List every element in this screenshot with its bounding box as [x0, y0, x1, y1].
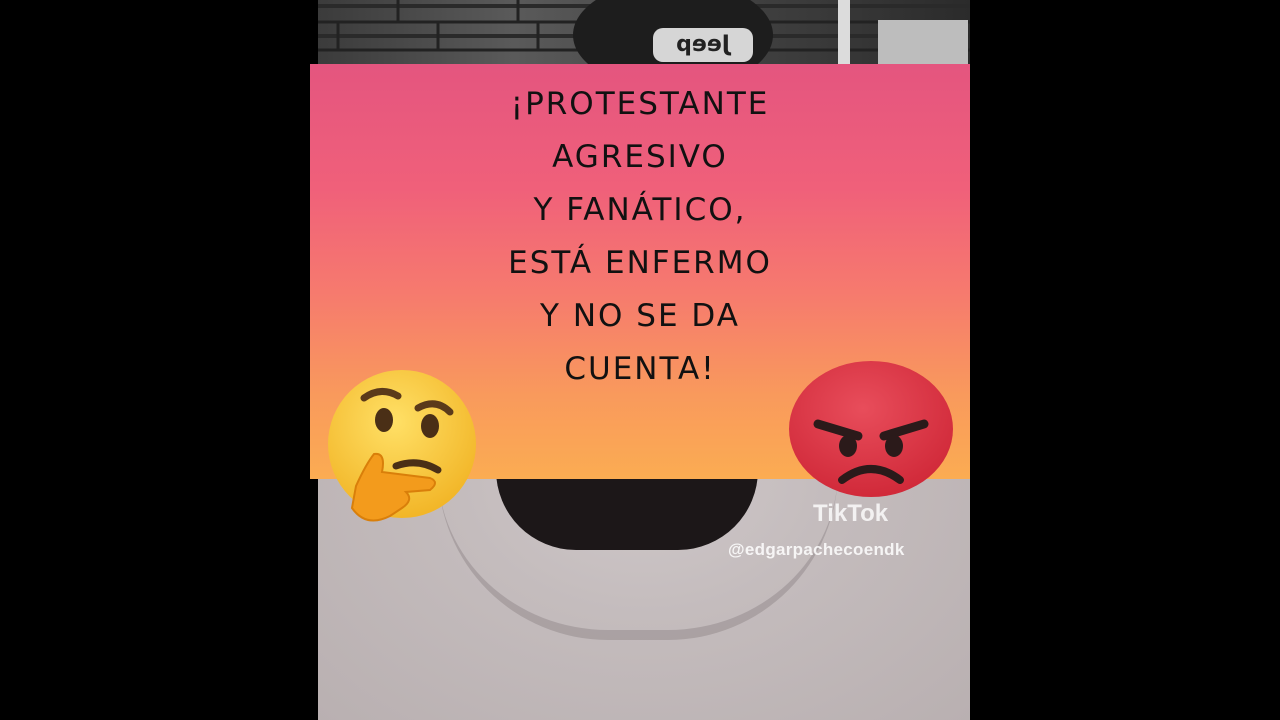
caption-line: y fanático,	[533, 192, 747, 228]
watermark-app-name: TikTok	[813, 500, 889, 527]
caption-line: está enfermo	[508, 245, 772, 281]
cap-logo: Jeep	[653, 28, 753, 62]
caption-line: ¡Protestante	[510, 86, 770, 122]
angry-face-icon	[789, 361, 953, 497]
watermark-handle: @edgarpachecoendk	[728, 540, 905, 559]
beard	[496, 470, 758, 550]
caption-text: ¡Protestante agresivo y fanático, está e…	[310, 78, 970, 396]
thinking-face-icon	[328, 370, 476, 522]
caption-line: y no se da	[540, 298, 740, 334]
caption-line: agresivo	[552, 139, 728, 175]
